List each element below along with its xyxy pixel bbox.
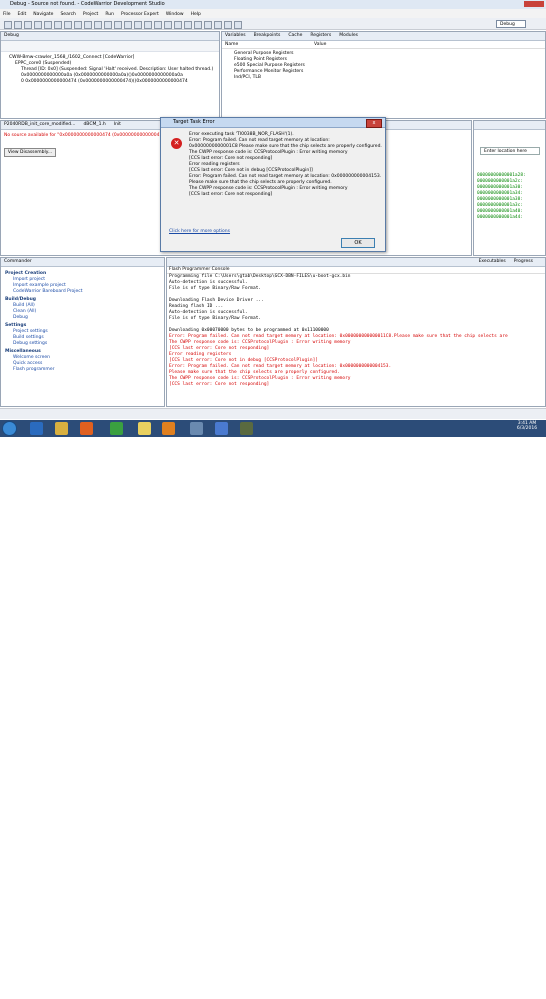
ie-icon[interactable] <box>30 422 43 435</box>
editor-tab[interactable]: P2040RDB_init_core_modified... <box>4 122 75 127</box>
register-group[interactable]: Ind/PCI, TLB <box>234 75 545 81</box>
debug-view: Debug CWW-Bmw-crawler_1568_/1602_Connect… <box>0 31 220 119</box>
chat-icon[interactable] <box>215 422 228 435</box>
console-tab[interactable]: Executables <box>479 259 506 264</box>
registers-view: Variables Breakpoints Cache Registers Module… <box>221 31 546 119</box>
debug-tree-item[interactable]: 0 0x0000000000000474 (0x0000000000000474… <box>9 79 219 85</box>
toolbar-button[interactable] <box>194 21 202 29</box>
toolbar-button[interactable] <box>94 21 102 29</box>
error-icon: ✕ <box>171 138 182 149</box>
tab-breakpoints[interactable]: Breakpoints <box>254 33 281 38</box>
toolbar-button[interactable] <box>34 21 42 29</box>
menu-bar: File Edit Navigate Search Project Run Processo… <box>0 9 546 18</box>
toolbar-button[interactable] <box>234 21 242 29</box>
menu-item[interactable]: Search <box>60 12 75 17</box>
console-title: Flash Programmer Console <box>167 267 545 274</box>
editor-tab[interactable]: Init <box>114 122 121 127</box>
registers-header: Name Value <box>222 41 545 49</box>
console-tab[interactable]: Progress <box>514 259 533 264</box>
start-button[interactable] <box>2 421 17 436</box>
col-value: Value <box>314 42 327 47</box>
tab-registers[interactable]: Registers <box>310 33 331 38</box>
menu-item[interactable]: Window <box>166 12 184 17</box>
folder-icon[interactable] <box>55 422 68 435</box>
memory-view: Enter location here 00000000000001a28: 00… <box>473 120 546 256</box>
notes-icon[interactable] <box>138 422 151 435</box>
commander-item[interactable]: Debug <box>5 315 164 321</box>
window-close-button[interactable] <box>524 1 544 7</box>
toolbar-button[interactable] <box>154 21 162 29</box>
toolbar-button[interactable] <box>144 21 152 29</box>
memory-location-input[interactable]: Enter location here <box>480 147 540 155</box>
toolbar-button[interactable] <box>4 21 12 29</box>
editor-tab[interactable]: dBCM_1.h <box>83 122 105 127</box>
debug-toolbar <box>1 41 219 52</box>
commander-tab[interactable]: Commander <box>1 258 164 267</box>
tab-cache[interactable]: Cache <box>288 33 302 38</box>
clock-date: 6/3/2016 <box>516 426 538 431</box>
tab-modules[interactable]: Modules <box>339 33 358 38</box>
codewarrior-debug-icon[interactable] <box>240 422 253 435</box>
taskbar: 3:41 AM 6/3/2016 <box>0 420 546 437</box>
debug-tab[interactable]: Debug <box>1 32 219 41</box>
toolbar-button[interactable] <box>44 21 52 29</box>
menu-item[interactable]: Help <box>191 12 201 17</box>
window-title: Debug - Source not found. - CodeWarrior … <box>10 1 165 7</box>
tab-variables[interactable]: Variables <box>225 33 246 38</box>
commander-item[interactable]: Flash programmer <box>5 367 164 373</box>
dialog-titlebar: Target Task Error x <box>161 118 385 128</box>
codewarrior-icon[interactable] <box>190 422 203 435</box>
toolbar-button[interactable] <box>64 21 72 29</box>
commander-item[interactable]: Debug settings <box>5 341 164 347</box>
menu-item[interactable]: Project <box>83 12 98 17</box>
col-name: Name <box>225 42 239 47</box>
commander-item[interactable]: CodeWarrior Bareboard Project <box>5 289 164 295</box>
toolbar-button[interactable] <box>114 21 122 29</box>
menu-item[interactable]: Processor Expert <box>121 12 159 17</box>
toolbar-button[interactable] <box>54 21 62 29</box>
toolbar-button[interactable] <box>74 21 82 29</box>
toolbar-button[interactable] <box>174 21 182 29</box>
more-options-link[interactable]: Click here for more options <box>169 229 230 234</box>
toolbar-button[interactable] <box>204 21 212 29</box>
perspective-label: Debug <box>500 22 515 27</box>
menu-item[interactable]: Navigate <box>33 12 53 17</box>
status-bar <box>0 408 546 419</box>
console-tabs: Executables Progress <box>167 258 545 267</box>
memory-row: 0000000000001a44: <box>477 215 524 220</box>
target-task-error-dialog: Target Task Error x ✕ Error executing ta… <box>160 117 386 252</box>
toolbar-button[interactable] <box>104 21 112 29</box>
memory-tabs <box>474 121 545 130</box>
toolbar-button[interactable] <box>184 21 192 29</box>
perspective-debug-button[interactable]: Debug <box>496 20 526 28</box>
commander-view: Commander Project Creation Import project… <box>0 257 165 407</box>
window-titlebar: Debug - Source not found. - CodeWarrior … <box>0 0 546 9</box>
console-view: Executables Progress Flash Programmer Con… <box>166 257 546 407</box>
registers-tabs: Variables Breakpoints Cache Registers Module… <box>222 32 545 41</box>
media-player-icon[interactable] <box>80 422 93 435</box>
console-line: [CCS last error: Core not responding] <box>169 382 270 387</box>
toolbar-button[interactable] <box>164 21 172 29</box>
toolbar-button[interactable] <box>84 21 92 29</box>
toolbar-button[interactable] <box>134 21 142 29</box>
toolbar-button[interactable] <box>214 21 222 29</box>
app-icon[interactable] <box>162 422 175 435</box>
main-toolbar: Debug <box>0 18 546 30</box>
menu-item[interactable]: File <box>3 12 11 17</box>
dialog-close-button[interactable]: x <box>366 119 382 128</box>
clock[interactable]: 3:41 AM 6/3/2016 <box>512 421 542 431</box>
menu-item[interactable]: Run <box>105 12 114 17</box>
dialog-title: Target Task Error <box>173 119 215 125</box>
tray-icons[interactable] <box>470 424 510 432</box>
ok-button[interactable]: OK <box>341 238 375 248</box>
toolbar-button[interactable] <box>124 21 132 29</box>
toolbar-button[interactable] <box>24 21 32 29</box>
view-disassembly-button[interactable]: View Disassembly... <box>4 148 56 157</box>
toolbar-button[interactable] <box>224 21 232 29</box>
chrome-icon[interactable] <box>110 422 123 435</box>
menu-item[interactable]: Edit <box>18 12 27 17</box>
dialog-message-line: [CCS last error: Core not responding] <box>189 192 273 197</box>
toolbar-button[interactable] <box>14 21 22 29</box>
